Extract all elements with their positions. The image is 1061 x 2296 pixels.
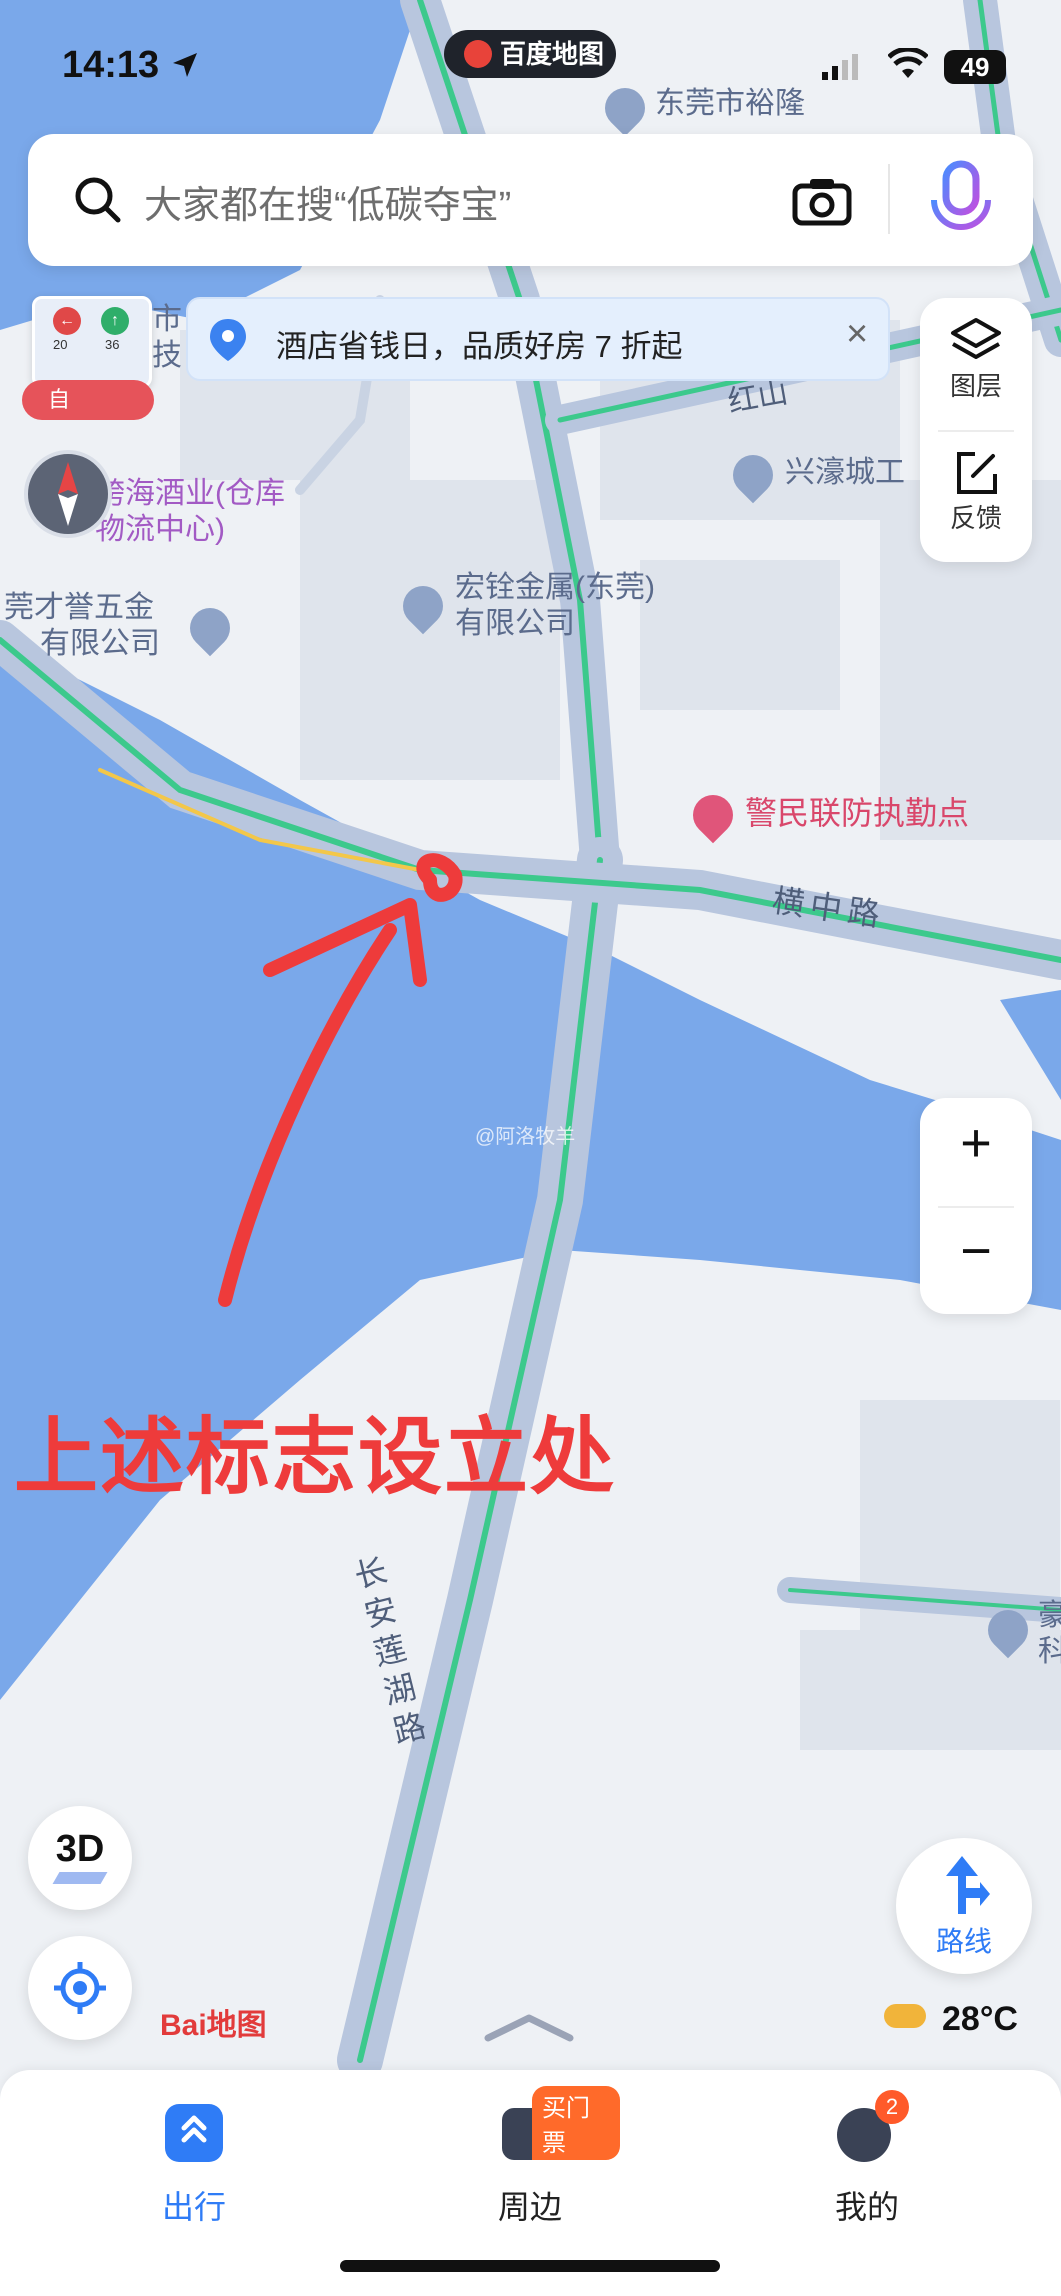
zoom-out-button[interactable]: −: [920, 1220, 1032, 1282]
signal-icon: [822, 54, 858, 80]
home-indicator: [340, 2260, 720, 2272]
watermark: @阿洛牧羊: [475, 1126, 576, 1148]
arrow-left-icon: ←: [53, 307, 81, 335]
notification-badge: 2: [875, 2090, 909, 2124]
annotation-text: 上述标志设立处: [14, 1410, 617, 1504]
speed-widget[interactable]: ← ↑ 20 36: [32, 296, 152, 388]
poi-label[interactable]: 东莞市裕隆: [596, 79, 805, 137]
travel-icon: [165, 2104, 223, 2162]
tab-travel[interactable]: 出行: [110, 2086, 280, 2236]
location-arrow-icon: [172, 53, 197, 77]
weather-widget[interactable]: 28°C: [884, 2000, 1018, 2039]
arrow-up-icon: ↑: [101, 307, 129, 335]
app-pill[interactable]: 百度地图: [444, 30, 616, 78]
microphone-icon[interactable]: [926, 158, 996, 244]
divider: [938, 1206, 1014, 1208]
poi-label[interactable]: 豪 科: [979, 1598, 1061, 1670]
compass-button[interactable]: [24, 450, 112, 538]
promo-banner[interactable]: 酒店省钱日，品质好房 7 折起 ×: [186, 297, 890, 381]
layers-icon: [951, 318, 1001, 359]
route-button[interactable]: 路线: [896, 1838, 1032, 1974]
layers-button[interactable]: 图层: [920, 316, 1032, 403]
wifi-icon: [888, 48, 928, 78]
search-icon: [75, 177, 121, 223]
battery-indicator: 49: [944, 50, 1006, 84]
side-tools-panel: 图层 反馈: [920, 298, 1032, 562]
tab-nearby[interactable]: 买门票 周边: [450, 2086, 620, 2236]
location-pin-icon: [210, 319, 246, 361]
chevron-up-icon[interactable]: [482, 2010, 576, 2044]
compass-icon: [58, 462, 78, 526]
divider: [938, 430, 1014, 432]
locate-button[interactable]: [28, 1936, 132, 2040]
baidu-logo: Bai地图: [160, 2009, 267, 2042]
tab-bar: 出行 买门票 周边 2 我的: [0, 2070, 1061, 2296]
poi-label[interactable]: 兴濠城工: [724, 446, 905, 504]
crosshair-icon: [54, 1962, 106, 2014]
3d-base-icon: [52, 1872, 108, 1884]
widget-label[interactable]: 自: [22, 380, 154, 420]
edit-icon: [957, 452, 997, 494]
zoom-in-button[interactable]: +: [920, 1112, 1032, 1174]
poi-label[interactable]: 莞才誉五金 有限公司: [4, 590, 239, 662]
close-icon[interactable]: ×: [846, 313, 868, 356]
zoom-controls: + −: [920, 1098, 1032, 1314]
3d-button[interactable]: 3D: [28, 1806, 132, 1910]
search-input[interactable]: 大家都在搜“低碳夺宝”: [144, 174, 511, 229]
camera-icon[interactable]: [792, 176, 852, 226]
search-bar[interactable]: 大家都在搜“低碳夺宝”: [28, 134, 1033, 266]
feedback-button[interactable]: 反馈: [920, 448, 1032, 535]
route-icon: [946, 1856, 990, 1914]
poi-label[interactable]: 跨海酒业(仓库 物流中心): [95, 476, 285, 548]
baidu-map-icon: [464, 40, 492, 68]
poi-label[interactable]: 市 技: [152, 302, 182, 374]
cloud-rain-icon: [884, 2004, 926, 2028]
poi-label[interactable]: 宏铨金属(东莞) 有限公司: [394, 570, 655, 642]
divider: [888, 164, 890, 234]
tickets-badge: 买门票: [532, 2086, 620, 2160]
poi-label[interactable]: 警民联防执勤点: [684, 786, 969, 844]
tab-mine[interactable]: 2 我的: [785, 2086, 955, 2236]
status-time: 14:13: [62, 44, 200, 87]
